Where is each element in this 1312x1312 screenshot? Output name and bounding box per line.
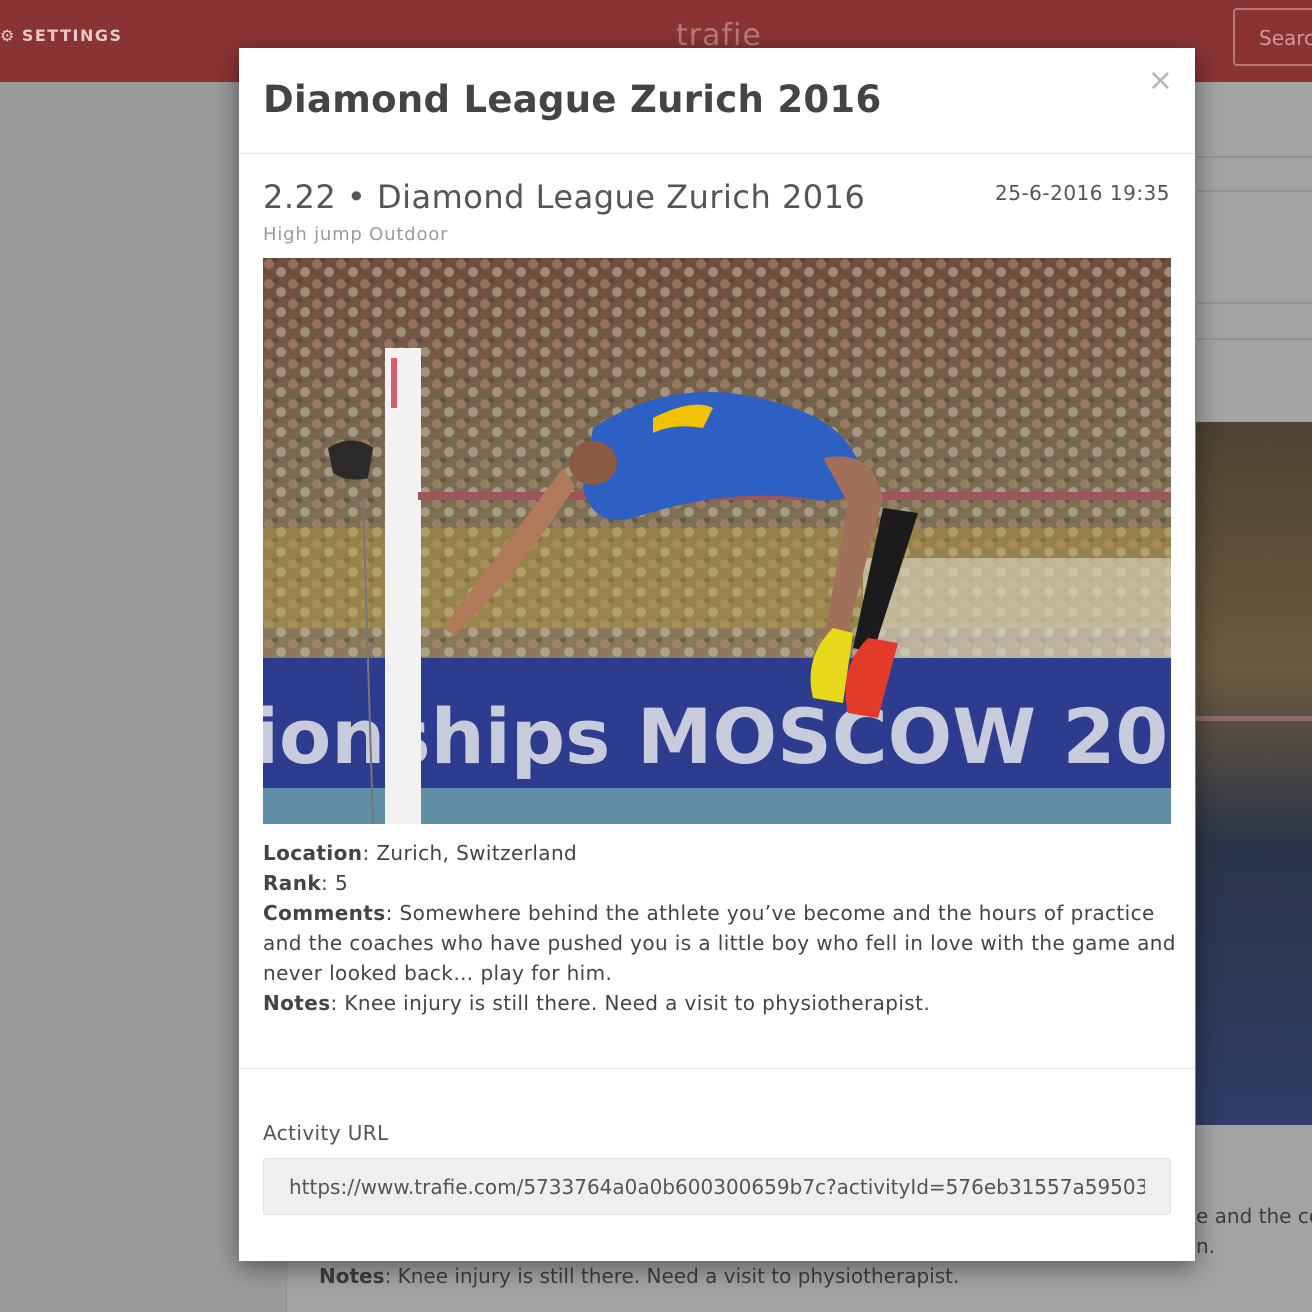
divider — [1197, 190, 1312, 192]
modal-footer: Activity URL — [239, 1068, 1195, 1262]
activity-datetime: 25-6-2016 19:35 — [995, 181, 1170, 205]
settings-label: SETTINGS — [21, 26, 123, 45]
rank-value: : 5 — [321, 871, 349, 895]
location-label: Location — [263, 841, 363, 865]
rank-row: Rank: 5 — [263, 868, 1178, 898]
divider — [1197, 302, 1312, 304]
comments-value: : Somewhere behind the athlete you’ve be… — [263, 901, 1176, 985]
settings-link[interactable]: ⚙ SETTINGS — [0, 26, 123, 45]
modal-header: Diamond League Zurich 2016 × — [239, 48, 1195, 154]
background-notes: Notes: Knee injury is still there. Need … — [319, 1264, 959, 1288]
background-comments-fragment: e and the co — [1196, 1204, 1312, 1228]
activity-url-field[interactable] — [263, 1158, 1171, 1215]
high-jump-bar — [1196, 716, 1312, 721]
divider — [1197, 156, 1312, 158]
activity-result-title: 2.22 • Diamond League Zurich 2016 — [263, 178, 866, 216]
gear-icon: ⚙ — [0, 26, 16, 45]
background-comments-fragment: n. — [1196, 1234, 1216, 1258]
background-activity-photo — [1196, 422, 1312, 1125]
background-notes-text: : Knee injury is still there. Need a vis… — [384, 1264, 960, 1288]
high-jump-photo: ionships MOSCOW 201 — [263, 258, 1171, 824]
comments-row: Comments: Somewhere behind the athlete y… — [263, 898, 1178, 988]
activity-modal: Diamond League Zurich 2016 × 2.22 • Diam… — [239, 48, 1195, 1261]
rank-label: Rank — [263, 871, 322, 895]
search-placeholder: Searc — [1259, 26, 1312, 50]
notes-row: Notes: Knee injury is still there. Need … — [263, 988, 1178, 1018]
activity-discipline: High jump Outdoor — [263, 224, 449, 245]
search-input[interactable]: Searc — [1233, 8, 1312, 66]
activity-details: Location: Zurich, Switzerland Rank: 5 Co… — [263, 838, 1178, 1018]
activity-photo: ionships MOSCOW 201 — [263, 258, 1171, 824]
close-button[interactable]: × — [1148, 66, 1173, 96]
notes-label: Notes — [263, 991, 331, 1015]
activity-url-label: Activity URL — [263, 1121, 389, 1145]
close-icon: × — [1147, 63, 1173, 98]
divider — [1197, 338, 1312, 340]
location-row: Location: Zurich, Switzerland — [263, 838, 1178, 868]
location-value: : Zurich, Switzerland — [362, 841, 578, 865]
modal-title: Diamond League Zurich 2016 — [263, 78, 882, 121]
background-notes-label: Notes — [319, 1264, 385, 1288]
notes-value: : Knee injury is still there. Need a vis… — [330, 991, 931, 1015]
comments-label: Comments — [263, 901, 386, 925]
